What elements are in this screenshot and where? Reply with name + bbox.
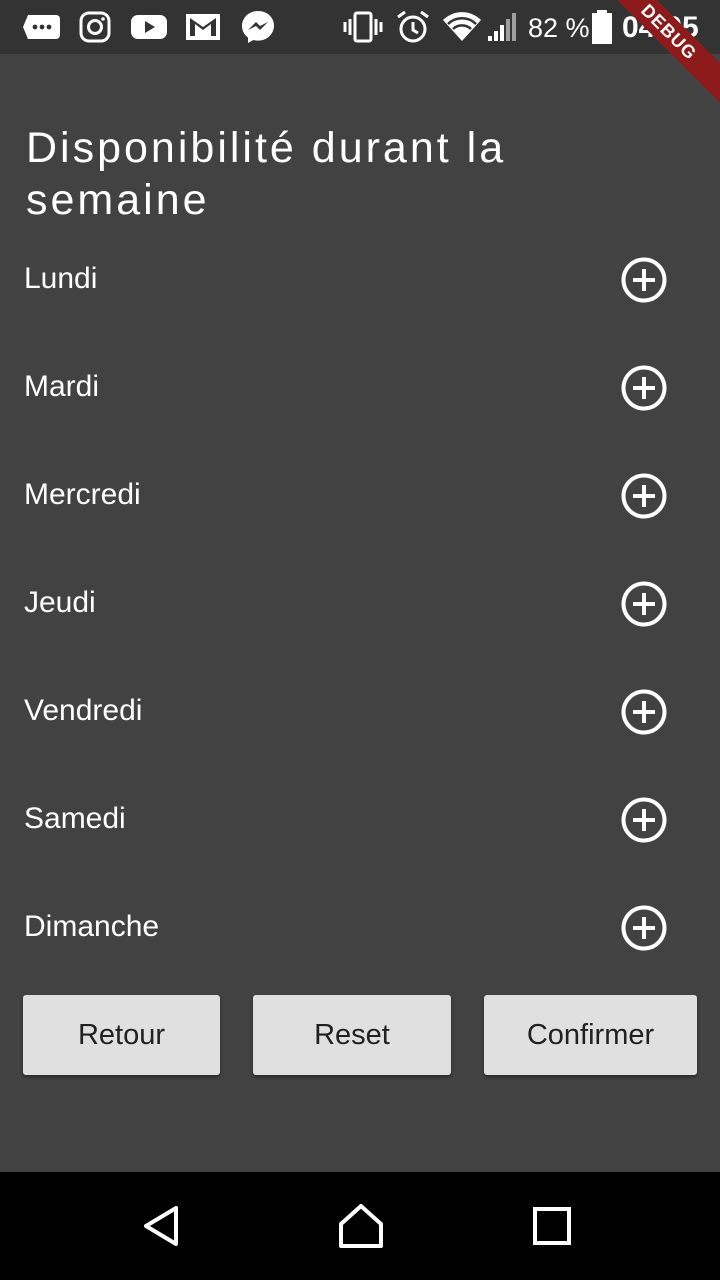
day-label: Vendredi — [24, 694, 143, 727]
day-label: Dimanche — [24, 910, 160, 943]
day-label: Lundi — [24, 262, 98, 295]
alarm-icon — [394, 9, 432, 45]
cell-signal-icon — [486, 9, 520, 45]
add-circle-outline-icon — [621, 473, 667, 519]
add-button-dimanche[interactable] — [620, 904, 668, 952]
day-label: Mercredi — [24, 478, 141, 511]
back-button[interactable]: Retour — [23, 995, 220, 1075]
navigation-bar — [0, 1172, 720, 1280]
messages-icon — [22, 9, 62, 45]
add-button-mercredi[interactable] — [620, 472, 668, 520]
day-label: Mardi — [24, 370, 100, 403]
add-circle-outline-icon — [621, 689, 667, 735]
messenger-icon — [240, 9, 276, 45]
add-button-samedi[interactable] — [620, 796, 668, 844]
action-buttons: Retour Reset Confirmer — [0, 995, 720, 1075]
add-circle-outline-icon — [621, 365, 667, 411]
page-title: Disponibilité durant la semaine — [26, 124, 507, 224]
day-row-vendredi: Vendredi — [0, 658, 720, 766]
add-circle-outline-icon — [621, 257, 667, 303]
add-circle-outline-icon — [621, 905, 667, 951]
confirm-button[interactable]: Confirmer — [484, 995, 697, 1075]
youtube-icon — [130, 9, 168, 45]
day-label: Samedi — [24, 802, 126, 835]
instagram-icon — [78, 9, 112, 45]
back-icon[interactable] — [136, 1200, 188, 1252]
home-icon[interactable] — [335, 1200, 387, 1252]
day-row-dimanche: Dimanche — [0, 874, 720, 982]
day-label: Jeudi — [24, 586, 96, 619]
day-row-samedi: Samedi — [0, 766, 720, 874]
add-button-vendredi[interactable] — [620, 688, 668, 736]
vibrate-icon — [342, 9, 384, 45]
battery-icon — [590, 9, 614, 45]
add-button-mardi[interactable] — [620, 364, 668, 412]
reset-button[interactable]: Reset — [253, 995, 451, 1075]
add-circle-outline-icon — [621, 797, 667, 843]
day-row-lundi: Lundi — [0, 226, 720, 334]
day-list: Lundi Mardi Mercredi Jeudi Vendredi Same… — [0, 226, 720, 982]
add-button-jeudi[interactable] — [620, 580, 668, 628]
day-row-jeudi: Jeudi — [0, 550, 720, 658]
status-bar: 82 % 04:05 — [0, 0, 720, 54]
battery-percent: 82 % — [528, 13, 590, 43]
day-row-mercredi: Mercredi — [0, 442, 720, 550]
day-row-mardi: Mardi — [0, 334, 720, 442]
wifi-icon — [442, 9, 482, 45]
add-circle-outline-icon — [621, 581, 667, 627]
gmail-icon — [184, 9, 222, 45]
recents-icon[interactable] — [526, 1200, 578, 1252]
add-button-lundi[interactable] — [620, 256, 668, 304]
